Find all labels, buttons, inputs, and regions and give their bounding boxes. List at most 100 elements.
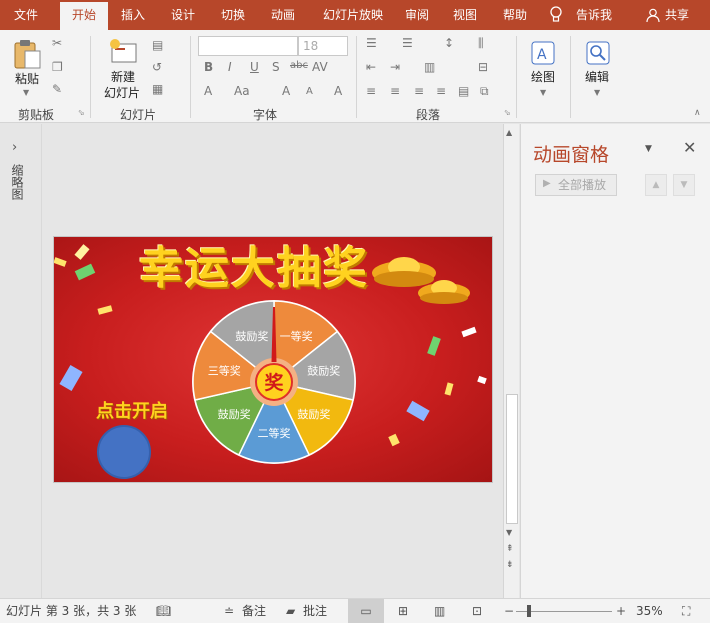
slide-canvas[interactable]: 幸运大抽奖 点击开启 一等奖 鼓励奖 鼓励奖 二等奖 鼓励奖 三等奖 鼓励奖奖 xyxy=(53,236,493,483)
vertical-scrollbar[interactable]: ▲ ▼ ⇞ ⇟ xyxy=(503,124,519,598)
decrease-font-button[interactable]: A xyxy=(306,86,313,97)
pane-options-icon[interactable]: ▼ xyxy=(645,144,652,154)
section-icon[interactable]: ▦ xyxy=(152,82,163,96)
paragraph-group-label: 段落 xyxy=(415,108,440,122)
previous-slide-icon[interactable]: ⇞ xyxy=(506,544,514,554)
tab-transitions[interactable]: 切换 xyxy=(212,0,254,30)
slides-group-label: 幻灯片 xyxy=(119,108,156,122)
font-color-button[interactable]: A xyxy=(204,84,212,98)
reading-view-icon[interactable]: ▥ xyxy=(434,599,445,623)
dialog-launcher-icon[interactable]: ⬂ xyxy=(78,108,85,117)
shadow-button[interactable]: S xyxy=(272,60,280,74)
drawing-dropdown-icon[interactable]: ▼ xyxy=(540,88,546,97)
move-up-button[interactable]: ▲ xyxy=(645,174,667,196)
move-down-button[interactable]: ▼ xyxy=(673,174,695,196)
align-center-icon[interactable]: ≡ xyxy=(390,84,400,98)
underline-button[interactable]: U xyxy=(250,60,259,74)
notes-icon[interactable]: ≐ xyxy=(224,599,234,623)
reset-icon[interactable]: ↺ xyxy=(152,60,162,74)
tab-design[interactable]: 设计 xyxy=(162,0,204,30)
clipboard-group-label: 剪贴板 xyxy=(17,108,54,122)
paste-button[interactable]: 粘贴 xyxy=(10,72,44,87)
bold-button[interactable]: B xyxy=(204,60,213,74)
expand-pane-icon[interactable]: › xyxy=(12,140,17,155)
decrease-indent-icon[interactable]: ⇤ xyxy=(366,60,376,74)
drawing-button[interactable]: 绘图 xyxy=(524,70,562,85)
share-button[interactable]: 共享 xyxy=(660,0,694,30)
distributed-icon[interactable]: ▤ xyxy=(458,84,469,98)
wheel-segment-label: 三等奖 xyxy=(208,364,241,378)
tab-help[interactable]: 帮助 xyxy=(494,0,536,30)
bullets-icon[interactable]: ☰ xyxy=(366,36,377,50)
person-icon[interactable] xyxy=(646,8,660,23)
strikethrough-button[interactable]: abc xyxy=(290,60,308,71)
smartart-icon[interactable]: ⧉ xyxy=(480,84,489,99)
align-text-icon[interactable]: ⊟ xyxy=(478,60,488,74)
increase-font-button[interactable]: A xyxy=(282,84,290,98)
notes-button[interactable]: 备注 xyxy=(242,599,266,623)
columns-icon[interactable]: ▥ xyxy=(424,60,435,74)
scroll-up-icon[interactable]: ▲ xyxy=(506,128,512,137)
zoom-level[interactable]: 35% xyxy=(636,599,663,623)
dialog-launcher-icon[interactable]: ⬂ xyxy=(504,108,511,117)
line-spacing-icon[interactable]: ↕ xyxy=(444,36,454,50)
lightbulb-icon[interactable] xyxy=(549,6,563,24)
change-case-button[interactable]: Aa xyxy=(234,84,250,98)
layout-icon[interactable]: ▤ xyxy=(152,38,163,52)
search-icon[interactable] xyxy=(585,40,611,66)
italic-button[interactable]: I xyxy=(228,60,232,74)
comments-icon[interactable]: ▰ xyxy=(286,599,295,623)
slideshow-icon[interactable]: ⊡ xyxy=(472,599,482,623)
thumbnail-pane: › 缩略图 xyxy=(0,124,42,598)
tab-view[interactable]: 视图 xyxy=(444,0,486,30)
divider xyxy=(90,36,91,118)
cut-icon[interactable]: ✂ xyxy=(52,36,62,50)
new-slide-icon[interactable] xyxy=(108,38,138,64)
tab-review[interactable]: 审阅 xyxy=(396,0,438,30)
tab-file[interactable]: 文件 xyxy=(4,0,48,30)
justify-icon[interactable]: ≡ xyxy=(436,84,446,98)
wheel-segment-label: 鼓励奖 xyxy=(218,407,251,421)
align-right-icon[interactable]: ≡ xyxy=(414,84,424,98)
play-icon: ▶ xyxy=(543,178,551,189)
clear-format-button[interactable]: A xyxy=(334,84,342,98)
scroll-down-icon[interactable]: ▼ xyxy=(506,528,512,537)
tell-me[interactable]: 告诉我 xyxy=(570,0,618,30)
numbering-icon[interactable]: ☰ xyxy=(402,36,413,50)
tab-animations[interactable]: 动画 xyxy=(262,0,304,30)
font-size-combo[interactable]: 18 xyxy=(298,36,348,56)
font-name-combo[interactable] xyxy=(198,36,298,56)
text-direction-icon[interactable]: ⫼ xyxy=(478,36,484,51)
drawing-icon[interactable]: A xyxy=(530,40,556,66)
next-slide-icon[interactable]: ⇟ xyxy=(506,560,514,570)
scrollbar-thumb[interactable] xyxy=(506,394,518,524)
new-slide-label-2[interactable]: 幻灯片 xyxy=(96,86,148,101)
slide-sorter-icon[interactable]: ⊞ xyxy=(398,599,408,623)
paste-dropdown-icon[interactable]: ▼ xyxy=(23,88,29,97)
new-slide-label-1[interactable]: 新建 xyxy=(98,70,148,85)
tab-home[interactable]: 开始 xyxy=(60,2,108,30)
wheel-segment-label: 鼓励奖 xyxy=(297,407,330,421)
tab-slideshow[interactable]: 幻灯片放映 xyxy=(312,0,394,30)
zoom-slider-thumb[interactable] xyxy=(527,605,531,617)
collapse-ribbon-icon[interactable]: ∧ xyxy=(694,108,701,118)
close-icon[interactable]: ✕ xyxy=(683,138,696,157)
char-spacing-button[interactable]: AV xyxy=(312,60,328,74)
editing-button[interactable]: 编辑 xyxy=(578,70,616,85)
comments-button[interactable]: 批注 xyxy=(303,599,327,623)
prize-wheel[interactable]: 一等奖鼓励奖鼓励奖二等奖鼓励奖三等奖鼓励奖奖 xyxy=(191,299,357,465)
thumbnail-label[interactable]: 缩略图 xyxy=(10,164,26,200)
zoom-out-icon[interactable]: − xyxy=(504,599,514,623)
fit-to-window-icon[interactable]: ⛶ xyxy=(682,599,690,623)
zoom-in-icon[interactable]: + xyxy=(616,599,626,623)
increase-indent-icon[interactable]: ⇥ xyxy=(390,60,400,74)
align-left-icon[interactable]: ≡ xyxy=(366,84,376,98)
editing-dropdown-icon[interactable]: ▼ xyxy=(594,88,600,97)
tab-insert[interactable]: 插入 xyxy=(112,0,154,30)
normal-view-icon[interactable]: ▭ xyxy=(348,599,384,623)
paste-icon[interactable] xyxy=(12,38,42,70)
copy-icon[interactable]: ❐ xyxy=(52,60,63,74)
start-button[interactable] xyxy=(97,425,151,479)
spell-check-icon[interactable]: 📖︎ xyxy=(156,599,171,623)
format-painter-icon[interactable]: ✎ xyxy=(52,82,62,96)
